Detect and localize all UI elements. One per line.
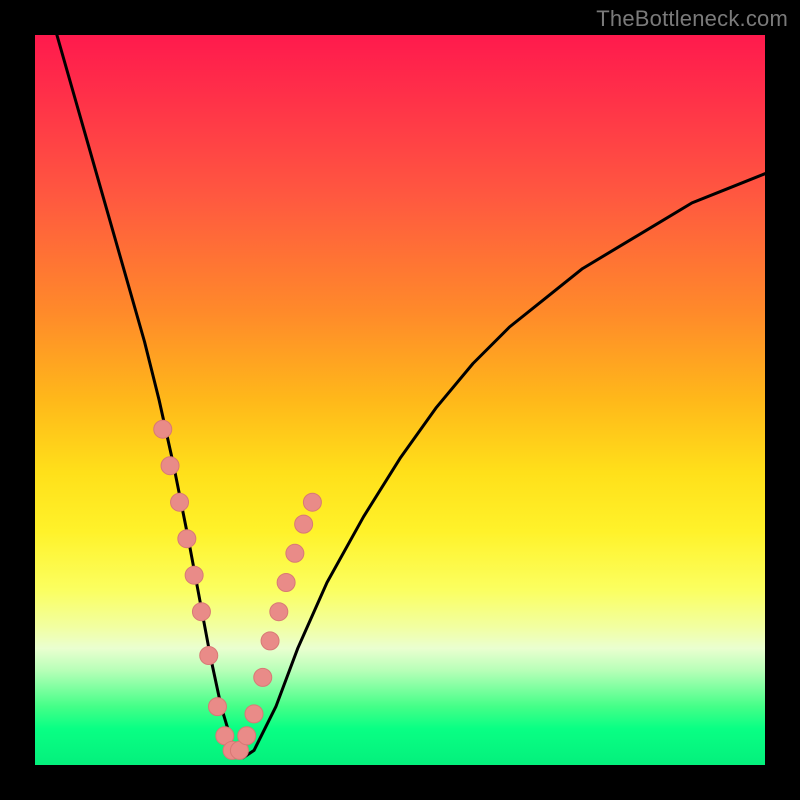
marker-dot — [286, 544, 304, 562]
marker-dot — [277, 574, 295, 592]
marker-dot — [178, 530, 196, 548]
outer-frame: TheBottleneck.com — [0, 0, 800, 800]
marker-dot — [238, 727, 256, 745]
marker-dot — [209, 698, 227, 716]
marker-dot — [245, 705, 263, 723]
marker-dot — [185, 566, 203, 584]
marker-dot — [161, 457, 179, 475]
marker-dot — [192, 603, 210, 621]
marker-dot — [154, 420, 172, 438]
marker-dot — [303, 493, 321, 511]
watermark-text: TheBottleneck.com — [596, 6, 788, 32]
plot-area — [35, 35, 765, 765]
curve-path — [57, 35, 765, 758]
marker-dot — [171, 493, 189, 511]
marker-dot — [261, 632, 279, 650]
highlighted-points — [154, 420, 322, 759]
marker-dot — [270, 603, 288, 621]
marker-dot — [295, 515, 313, 533]
bottleneck-curve — [57, 35, 765, 758]
marker-dot — [200, 647, 218, 665]
marker-dot — [254, 668, 272, 686]
chart-svg — [35, 35, 765, 765]
